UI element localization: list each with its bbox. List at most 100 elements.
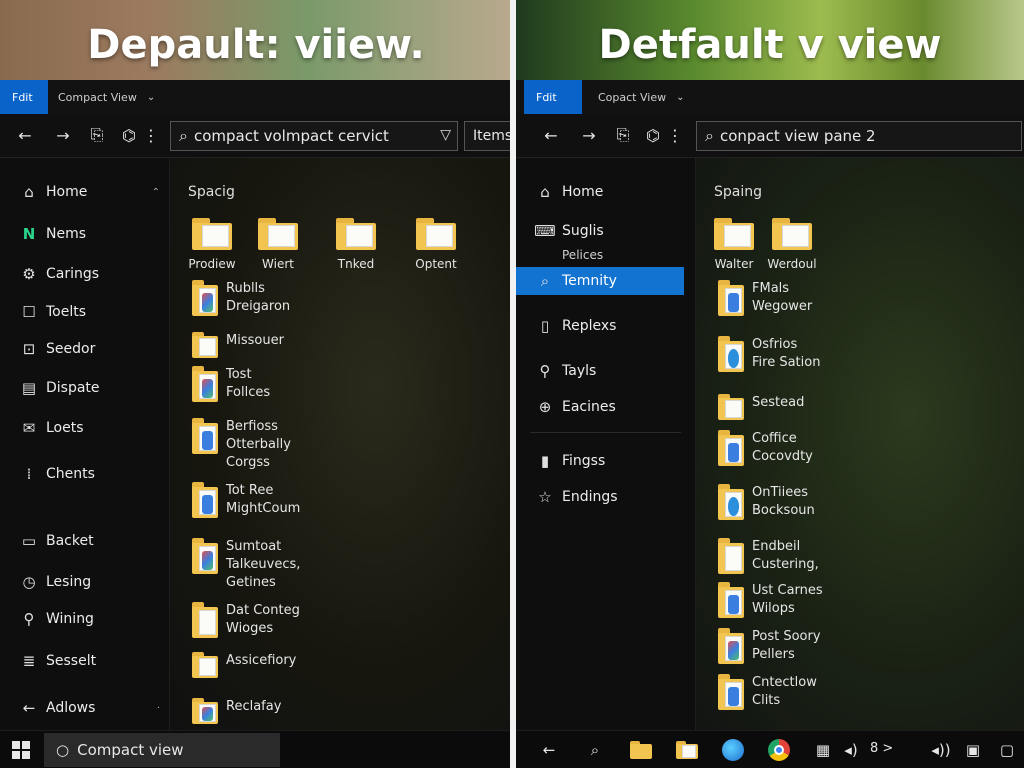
sidebar-item-label: Endings bbox=[562, 489, 618, 505]
taskbar-search[interactable]: ○ Compact view bbox=[44, 733, 280, 767]
list-item[interactable]: Ust Carnes Wilops bbox=[718, 582, 823, 618]
list-item-label: Cntectlow bbox=[752, 675, 817, 690]
list-item[interactable]: Dat Conteg Wioges bbox=[192, 602, 300, 638]
more-icon[interactable]: ⋮ bbox=[664, 124, 686, 146]
search-icon[interactable]: ⌕ bbox=[582, 737, 608, 763]
sidebar-item-chents[interactable]: ⁞ Chents bbox=[0, 460, 170, 488]
folder-icon[interactable] bbox=[674, 737, 700, 763]
forward-arrow-icon[interactable]: → bbox=[578, 124, 600, 146]
list-item[interactable]: Assicefiory bbox=[192, 652, 296, 678]
list-item[interactable]: Tost Follces bbox=[192, 366, 270, 402]
sidebar-item-eacines[interactable]: ⊕ Eacines bbox=[516, 393, 684, 421]
list-item[interactable]: Endbeil Custering, bbox=[718, 538, 819, 574]
search-input[interactable]: ⌕ conpact view pane 2 bbox=[696, 121, 1022, 151]
star-icon: ☆ bbox=[538, 488, 552, 506]
title-bar: Fdit Compact View ⌄ bbox=[0, 80, 512, 114]
folder-icon bbox=[718, 582, 744, 618]
forward-arrow-icon[interactable]: → bbox=[52, 124, 74, 146]
address-bar: ← → ⎘ ⌬ ⋮ ⌕ conpact view pane 2 bbox=[516, 114, 1024, 158]
list-item[interactable]: Sumtoat Talkeuvecs, Getines bbox=[192, 538, 300, 592]
filter-icon[interactable]: ▽ bbox=[440, 127, 451, 143]
sidebar-item-label: Temnity bbox=[562, 273, 617, 289]
list-item[interactable]: Reclafay bbox=[192, 698, 281, 724]
list-item-label: Osfrios bbox=[752, 337, 798, 352]
app-tab[interactable]: Fdit bbox=[0, 80, 48, 114]
sidebar-item-toelts[interactable]: ☐ Toelts bbox=[0, 298, 170, 326]
share-icon[interactable]: ⌬ bbox=[642, 124, 664, 146]
sidebar-item-adlows[interactable]: ← Adlows · bbox=[0, 694, 170, 722]
bookmark-icon: ▮ bbox=[540, 452, 550, 470]
sidebar-item-nems[interactable]: N Nems bbox=[0, 220, 170, 248]
windows-logo-icon[interactable] bbox=[12, 741, 30, 759]
list-item-label: Wioges bbox=[226, 621, 274, 636]
banner-title: Detfault v view bbox=[598, 22, 942, 68]
sidebar-item-seedor[interactable]: ⊡ Seedor bbox=[0, 335, 170, 363]
sidebar-item-home[interactable]: ⌂ Home ⌃ bbox=[0, 178, 170, 206]
more-icon[interactable]: ⋮ bbox=[140, 124, 162, 146]
folder-icon bbox=[718, 394, 744, 420]
sidebar-item-carings[interactable]: ⚙ Carings bbox=[0, 260, 170, 288]
items-button[interactable]: Items bbox=[464, 121, 512, 151]
list-item-label: Corgss bbox=[226, 455, 270, 470]
grid-item[interactable]: Werdoul bbox=[752, 218, 832, 271]
sidebar-item-wining[interactable]: ⚲ Wining bbox=[0, 605, 170, 633]
sidebar-item-sesselt[interactable]: ≣ Sesselt bbox=[0, 647, 170, 675]
banner: Detfault v view bbox=[516, 0, 1024, 80]
list-item[interactable]: Coffice Cocovdty bbox=[718, 430, 813, 466]
calculator-icon[interactable]: ▦ bbox=[810, 737, 836, 763]
sidebar-item-loets[interactable]: ✉ Loets bbox=[0, 414, 170, 442]
list-item[interactable]: Osfrios Fire Sation bbox=[718, 336, 820, 372]
back-arrow-icon[interactable]: ← bbox=[14, 124, 36, 146]
display-icon[interactable]: ▣ bbox=[960, 737, 986, 763]
folder-icon bbox=[192, 280, 218, 316]
view-dropdown[interactable]: Compact View ⌄ bbox=[58, 80, 155, 114]
tray-indicator[interactable]: 8 > bbox=[870, 741, 893, 756]
chrome-browser-icon[interactable] bbox=[766, 737, 792, 763]
sidebar-item-temnity[interactable]: ⌕ Temnity bbox=[516, 267, 684, 295]
mail-icon: ✉ bbox=[22, 419, 36, 437]
sidebar-item-fingss[interactable]: ▮ Fingss bbox=[516, 447, 684, 475]
sidebar-item-endings[interactable]: ☆ Endings bbox=[516, 483, 684, 511]
back-arrow-icon[interactable]: ← bbox=[540, 124, 562, 146]
sidebar-item-lesing[interactable]: ◷ Lesing bbox=[0, 568, 170, 596]
folder-icon bbox=[192, 698, 218, 724]
list-item[interactable]: Post Soory Pellers bbox=[718, 628, 821, 664]
app-tab[interactable]: Fdit bbox=[524, 80, 582, 114]
chevron-up-icon[interactable]: ⌃ bbox=[152, 187, 160, 198]
volume-icon[interactable]: ◂) bbox=[838, 737, 864, 763]
taskbar-search-label: Compact view bbox=[77, 741, 184, 759]
back-arrow-icon[interactable]: ← bbox=[536, 737, 562, 763]
grid-item[interactable]: Tnked bbox=[316, 218, 396, 271]
sidebar-item-replexs[interactable]: ▯ Replexs bbox=[516, 312, 684, 340]
section-title: Spacig bbox=[188, 184, 235, 200]
list-item[interactable]: OnTiiees Bocksoun bbox=[718, 484, 815, 520]
notification-icon[interactable]: ▢ bbox=[994, 737, 1020, 763]
list-item[interactable]: FMals Wegower bbox=[718, 280, 812, 316]
search-input[interactable]: ⌕ compact volmpact cervict ▽ bbox=[170, 121, 458, 151]
grid-item[interactable]: Wiert bbox=[238, 218, 318, 271]
sidebar-item-backet[interactable]: ▭ Backet bbox=[0, 527, 170, 555]
share-icon[interactable]: ⌬ bbox=[118, 124, 140, 146]
list-item[interactable]: Rublls Dreigaron bbox=[192, 280, 290, 316]
copy-icon[interactable]: ⎘ bbox=[612, 124, 634, 146]
sidebar-item-tayls[interactable]: ⚲ Tayls bbox=[516, 357, 684, 385]
sidebar-item-suglis[interactable]: ⌨ Suglis bbox=[516, 217, 684, 245]
file-explorer-icon[interactable] bbox=[628, 737, 654, 763]
list-item[interactable]: Sestead bbox=[718, 394, 804, 420]
copy-icon[interactable]: ⎘ bbox=[86, 124, 108, 146]
monitor-icon: ▭ bbox=[21, 532, 37, 550]
sidebar-item-dispate[interactable]: ▤ Dispate bbox=[0, 374, 170, 402]
list-item-label: Custering, bbox=[752, 557, 819, 572]
edge-browser-icon[interactable] bbox=[720, 737, 746, 763]
grid-item[interactable]: Optent bbox=[396, 218, 476, 271]
grid-item-label: Optent bbox=[415, 257, 457, 271]
list-item[interactable]: Missouer bbox=[192, 332, 284, 358]
view-dropdown[interactable]: Copact View ⌄ bbox=[598, 80, 685, 114]
sound-icon[interactable]: ◂)) bbox=[928, 737, 954, 763]
sidebar-subitem[interactable]: Pelices bbox=[562, 248, 603, 262]
sidebar-item-home[interactable]: ⌂ Home bbox=[516, 178, 684, 206]
sidebar-item-label: Backet bbox=[46, 533, 94, 549]
list-item[interactable]: Cntectlow Clits bbox=[718, 674, 817, 710]
list-item[interactable]: Berfioss Otterbally Corgss bbox=[192, 418, 291, 472]
list-item[interactable]: Tot Ree MightCoum bbox=[192, 482, 300, 518]
